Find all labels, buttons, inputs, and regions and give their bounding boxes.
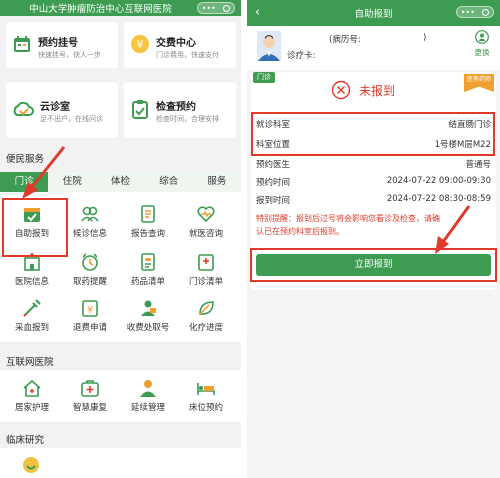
right-screen: ‹ 自助报到 ••• (病历号: ) 诊疗卡: 更换 门诊 医务药师 未报到 就… (247, 0, 500, 478)
left-screen: 中山大学肿瘤防治中心互联网医院 ••• 预约挂号 快速挂号，快人一步 ¥ 交费中… (0, 0, 241, 478)
red-arrow-right (435, 205, 471, 254)
red-arrow-left (22, 146, 66, 199)
